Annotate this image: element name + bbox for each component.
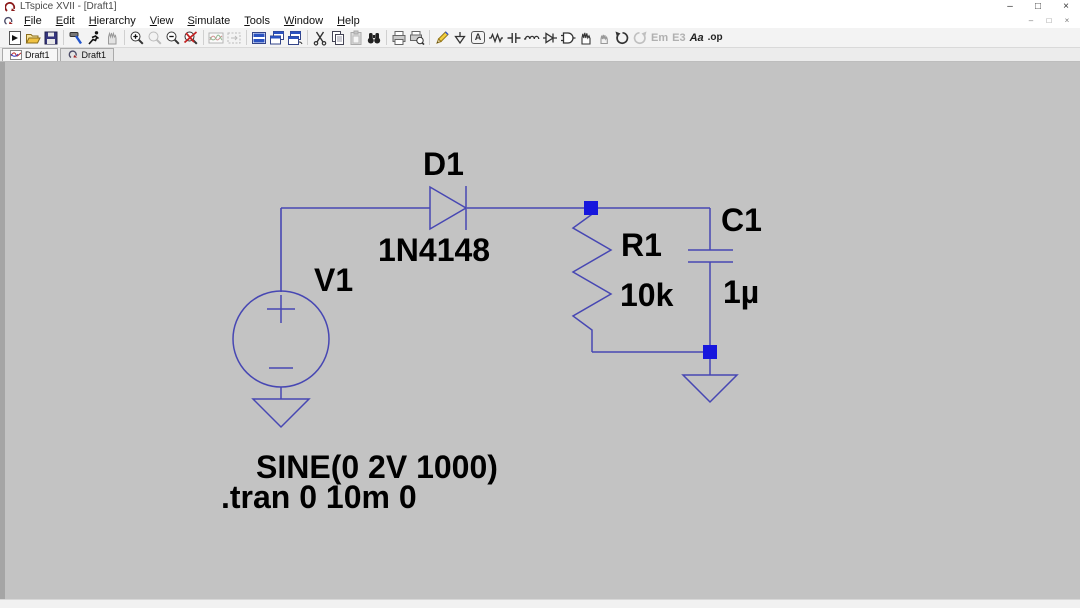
ground-symbol-icon[interactable] xyxy=(451,29,469,47)
open-file-icon[interactable] xyxy=(24,29,42,47)
autorange-icon[interactable] xyxy=(225,29,243,47)
menu-file[interactable]: File xyxy=(17,14,49,28)
minimize-button[interactable]: – xyxy=(996,0,1024,14)
toolbar-separator xyxy=(429,30,430,45)
tran-directive-label[interactable]: .tran 0 10m 0 xyxy=(221,481,417,513)
menu-tools[interactable]: Tools xyxy=(237,14,277,28)
menu-bar: File Edit Hierarchy View Simulate Tools … xyxy=(0,14,1080,28)
toolbar-separator xyxy=(307,30,308,45)
menu-hierarchy[interactable]: Hierarchy xyxy=(82,14,143,28)
tile-horizontal-icon[interactable] xyxy=(250,29,268,47)
window-title: LTspice XVII - [Draft1] xyxy=(20,0,117,14)
cut-icon[interactable] xyxy=(311,29,329,47)
toolbar-separator xyxy=(63,30,64,45)
plus-sign xyxy=(267,295,295,323)
capacitor-tool-icon[interactable] xyxy=(505,29,523,47)
paste-icon[interactable] xyxy=(347,29,365,47)
document-swoosh-icon xyxy=(4,16,14,27)
doc-restore-button[interactable]: □ xyxy=(1040,14,1058,28)
save-icon[interactable] xyxy=(42,29,60,47)
ground-symbol-output[interactable] xyxy=(683,358,737,402)
source-ref-label[interactable]: V1 xyxy=(314,264,353,296)
tab-label: Draft1 xyxy=(82,50,107,60)
cascade-windows-icon[interactable] xyxy=(268,29,286,47)
toolbar-separator xyxy=(246,30,247,45)
spice-directive-icon[interactable]: .op xyxy=(706,29,725,47)
zoom-back-icon[interactable] xyxy=(146,29,164,47)
zoom-out-icon[interactable] xyxy=(164,29,182,47)
menu-edit[interactable]: Edit xyxy=(49,14,82,28)
run-icon[interactable] xyxy=(85,29,103,47)
inductor-tool-icon[interactable] xyxy=(523,29,541,47)
menu-simulate[interactable]: Simulate xyxy=(180,14,237,28)
waveform-tab-icon xyxy=(10,50,22,60)
menu-window[interactable]: Window xyxy=(277,14,330,28)
tab-label: Draft1 xyxy=(25,50,50,60)
menu-view[interactable]: View xyxy=(143,14,181,28)
print-preview-icon[interactable] xyxy=(408,29,426,47)
diode-d1[interactable] xyxy=(430,186,466,230)
mirror-icon[interactable]: Em xyxy=(649,29,670,47)
resistor-r1[interactable] xyxy=(573,212,611,352)
new-schematic-icon[interactable] xyxy=(6,29,24,47)
move-hand-icon[interactable] xyxy=(577,29,595,47)
capacitor-value-label[interactable]: 1µ xyxy=(723,276,759,308)
zoom-full-extents-icon[interactable] xyxy=(182,29,200,47)
redo-icon[interactable] xyxy=(631,29,649,47)
ltspice-app-icon xyxy=(5,2,16,13)
title-bar: LTspice XVII - [Draft1] – □ × xyxy=(0,0,1080,14)
print-icon[interactable] xyxy=(390,29,408,47)
tile-vertical-icon[interactable] xyxy=(286,29,304,47)
document-window-controls: – □ × xyxy=(1022,14,1076,28)
resistor-tool-icon[interactable] xyxy=(487,29,505,47)
waveform-pane-icon[interactable] xyxy=(207,29,225,47)
menu-help[interactable]: Help xyxy=(330,14,367,28)
component-tool-icon[interactable] xyxy=(559,29,577,47)
tab-draft1-waveform[interactable]: Draft1 xyxy=(2,48,58,61)
schematic-tab-icon xyxy=(68,50,79,60)
net-label-icon[interactable]: A xyxy=(469,29,487,47)
node-junction-top[interactable] xyxy=(584,201,598,215)
schematic-canvas[interactable]: D1 1N4148 V1 R1 10k C1 1µ SINE(0 2V 1000… xyxy=(0,62,1080,599)
status-bar xyxy=(0,599,1080,608)
doc-close-button[interactable]: × xyxy=(1058,14,1076,28)
doc-minimize-button[interactable]: – xyxy=(1022,14,1040,28)
zoom-in-icon[interactable] xyxy=(128,29,146,47)
capacitor-ref-label[interactable]: C1 xyxy=(721,204,762,236)
toolbar: A Em E3 Aa .op xyxy=(0,28,1080,48)
diode-value-label[interactable]: 1N4148 xyxy=(378,234,490,266)
copy-icon[interactable] xyxy=(329,29,347,47)
close-button[interactable]: × xyxy=(1052,0,1080,14)
wire-pencil-icon[interactable] xyxy=(433,29,451,47)
net-label-glyph: A xyxy=(471,31,486,44)
pause-icon[interactable] xyxy=(103,29,121,47)
rotate-icon[interactable]: E3 xyxy=(670,29,687,47)
find-icon[interactable] xyxy=(365,29,383,47)
diode-ref-label[interactable]: D1 xyxy=(423,148,464,180)
resistor-ref-label[interactable]: R1 xyxy=(621,229,662,261)
resistor-value-label[interactable]: 10k xyxy=(620,279,673,311)
voltage-source-v1[interactable] xyxy=(233,291,329,427)
document-tab-bar: Draft1 Draft1 xyxy=(0,48,1080,62)
toolbar-separator xyxy=(124,30,125,45)
schematic-drawing xyxy=(0,62,1080,599)
text-tool-icon[interactable]: Aa xyxy=(688,29,706,47)
node-junction-bottom[interactable] xyxy=(703,345,717,359)
window-controls: – □ × xyxy=(996,0,1080,14)
maximize-button[interactable]: □ xyxy=(1024,0,1052,14)
diode-tool-icon[interactable] xyxy=(541,29,559,47)
toolbar-separator xyxy=(386,30,387,45)
toolbar-separator xyxy=(203,30,204,45)
drag-hand-icon[interactable] xyxy=(595,29,613,47)
control-panel-icon[interactable] xyxy=(67,29,85,47)
ground-symbol-v1[interactable] xyxy=(253,399,309,427)
undo-icon[interactable] xyxy=(613,29,631,47)
tab-draft1-schematic[interactable]: Draft1 xyxy=(60,48,115,61)
